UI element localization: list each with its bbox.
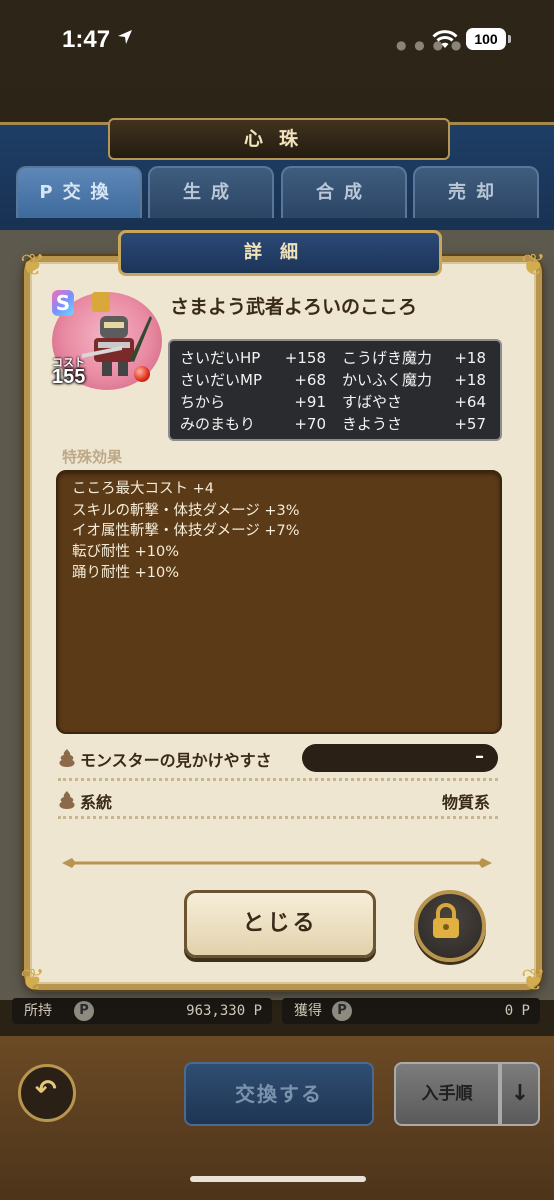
stat-value: +18 — [454, 371, 486, 389]
corner-ornament-icon: ❦ — [20, 248, 46, 283]
divider — [58, 778, 498, 781]
status-bar: 1:47 ● ● ● ● 100 — [0, 0, 554, 86]
effect-item: こころ最大コスト +4 — [72, 481, 214, 497]
stat-label: ちから — [180, 393, 226, 411]
stat-row: きようさ +57 — [342, 413, 486, 435]
lock-button[interactable] — [414, 890, 486, 962]
poo-icon — [59, 749, 75, 767]
tab-generate[interactable]: 生成 — [148, 166, 274, 218]
sort-direction-button[interactable]: ↓ — [500, 1062, 540, 1126]
visibility-bar: – — [302, 744, 498, 772]
stat-value: +64 — [454, 393, 486, 411]
points-coin-icon: P — [74, 1001, 94, 1021]
sort-order-button[interactable]: 入手順 — [394, 1062, 500, 1126]
lock-icon — [433, 903, 459, 938]
stat-row: ちから +91 — [180, 391, 326, 413]
lineage-row: 系統 物質系 — [58, 786, 498, 816]
close-button[interactable]: とじる — [184, 890, 376, 958]
effect-item: イオ属性斬撃・体技ダメージ +7% — [72, 523, 300, 539]
stat-row: さいだいMP +68 — [180, 369, 326, 391]
battery-indicator: 100 — [466, 28, 506, 50]
back-button[interactable]: ↶ — [18, 1064, 76, 1122]
stat-value: +158 — [284, 349, 326, 367]
stat-value: +57 — [454, 415, 486, 433]
modal-title: 詳細 — [118, 230, 442, 276]
stat-row: みのまもり +70 — [180, 413, 326, 435]
stat-value: +70 — [294, 415, 326, 433]
red-orb-icon — [134, 366, 150, 382]
stat-value: +68 — [294, 371, 326, 389]
effect-item: 踊り耐性 +10% — [72, 565, 179, 581]
owned-points-pill: 所持 P 963,330 P — [12, 998, 272, 1024]
stat-label: すばやさ — [342, 393, 403, 411]
corner-ornament-icon: ❦ — [520, 248, 546, 283]
effect-item: 転び耐性 +10% — [72, 544, 179, 560]
tab-sell[interactable]: 売却 — [413, 166, 539, 218]
visibility-value: – — [475, 746, 484, 767]
stat-label: みのまもり — [180, 415, 256, 433]
back-arrow-icon: ↶ — [35, 1075, 57, 1105]
stat-value: +91 — [294, 393, 326, 411]
tab-p-exchange[interactable]: P交換 — [16, 166, 142, 218]
rank-badge: S — [52, 290, 74, 316]
earned-points-pill: 獲得 P 0 P — [282, 998, 540, 1024]
earned-value: 0 P — [504, 1003, 530, 1019]
screen-title: 心珠 — [108, 118, 450, 160]
battery-nub — [508, 35, 511, 43]
stat-label: さいだいMP — [180, 371, 262, 389]
status-time: 1:47 — [62, 26, 111, 53]
earned-label: 獲得 — [294, 1003, 322, 1019]
corner-ornament-icon: ❦ — [20, 963, 46, 998]
owned-value: 963,330 P — [186, 1003, 262, 1019]
points-coin-icon: P — [332, 1001, 352, 1021]
corner-ornament-icon: ❦ — [520, 963, 546, 998]
stat-label: こうげき魔力 — [342, 349, 433, 367]
stat-value: +18 — [454, 349, 486, 367]
special-effects-panel: こころ最大コスト +4 スキルの斬撃・体技ダメージ +3% イオ属性斬撃・体技ダ… — [56, 470, 502, 734]
stat-label: きようさ — [342, 415, 403, 433]
wifi-icon — [432, 30, 458, 48]
home-indicator — [190, 1176, 366, 1182]
visibility-label: モンスターの見かけやすさ — [80, 751, 272, 770]
lineage-label: 系統 — [80, 793, 113, 812]
divider — [58, 816, 498, 819]
orb-portrait: S コスト 155 — [52, 290, 162, 390]
stat-label: かいふく魔力 — [342, 371, 433, 389]
stat-row: すばやさ +64 — [342, 391, 486, 413]
effect-item: スキルの斬撃・体技ダメージ +3% — [72, 503, 300, 519]
stat-row: こうげき魔力 +18 — [342, 347, 486, 369]
stat-row: かいふく魔力 +18 — [342, 369, 486, 391]
lock-icon — [92, 292, 110, 312]
stat-label: さいだいHP — [180, 349, 261, 367]
lineage-value: 物質系 — [441, 793, 490, 812]
poo-icon — [59, 791, 75, 809]
special-effects-title: 特殊効果 — [62, 448, 123, 466]
orb-name: さまよう武者よろいのこころ — [170, 296, 418, 318]
gold-divider-ornament — [62, 858, 492, 868]
exchange-button[interactable]: 交換する — [184, 1062, 374, 1126]
owned-label: 所持 — [24, 1003, 52, 1019]
stat-row: さいだいHP +158 — [180, 347, 326, 369]
stats-panel: さいだいHP +158 こうげき魔力 +18 さいだいMP +68 かいふく魔力 +18… — [168, 339, 502, 441]
tab-combine[interactable]: 合成 — [281, 166, 407, 218]
location-arrow-icon — [118, 30, 132, 44]
visibility-row: モンスターの見かけやすさ – — [58, 744, 498, 774]
app-top-area — [0, 86, 554, 122]
cost-value: 155 — [52, 366, 86, 388]
